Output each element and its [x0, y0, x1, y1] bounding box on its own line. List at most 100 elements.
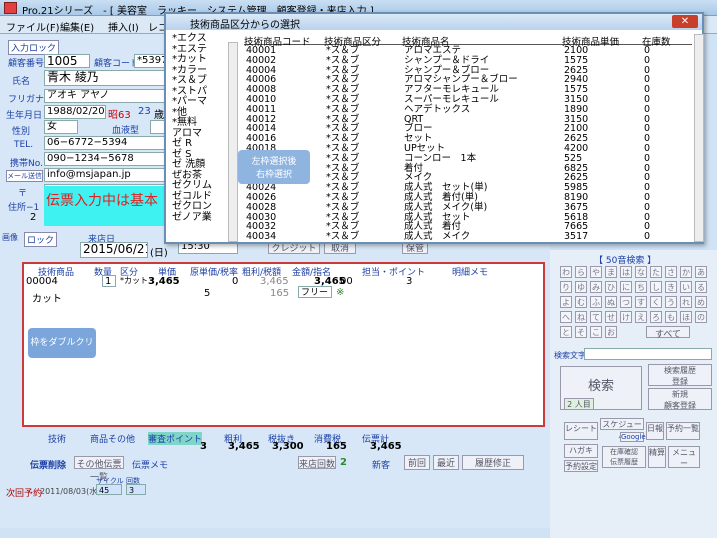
kana-key[interactable]: す [635, 296, 647, 308]
kana-key[interactable]: く [650, 296, 662, 308]
kana-key[interactable]: け [620, 311, 632, 323]
kana-key[interactable]: さ [665, 266, 677, 278]
kana-key[interactable]: お [605, 326, 617, 338]
history-edit-button[interactable]: 履歴修正 [462, 455, 524, 470]
kana-key[interactable]: そ [575, 326, 587, 338]
daily-report-button[interactable]: 日報 [646, 422, 664, 440]
kana-key[interactable]: た [650, 266, 662, 278]
kana-key[interactable]: も [665, 311, 677, 323]
kana-key[interactable]: ひ [605, 281, 617, 293]
postcard-button[interactable]: ハガキ [564, 444, 598, 458]
recent-button[interactable]: 最近 [433, 455, 459, 470]
kana-key[interactable]: つ [620, 296, 632, 308]
kana-key[interactable]: せ [605, 311, 617, 323]
row2-tax[interactable]: 5 [204, 288, 210, 299]
kana-key[interactable]: れ [680, 296, 692, 308]
kana-key[interactable]: の [695, 311, 707, 323]
kana-key[interactable]: し [650, 281, 662, 293]
kana-key[interactable]: ら [575, 266, 587, 278]
image-tab[interactable]: 画像 [2, 232, 18, 243]
slip-delete-button[interactable]: 伝票削除 [30, 458, 66, 471]
table-scrollbar[interactable] [694, 34, 704, 242]
booking-settings-button[interactable]: 予約設定 [564, 460, 598, 472]
kana-key[interactable]: へ [560, 311, 572, 323]
kana-key[interactable]: い [680, 281, 692, 293]
sex-select[interactable]: 女 [44, 120, 78, 134]
kana-key[interactable]: め [695, 296, 707, 308]
kana-key[interactable]: え [635, 311, 647, 323]
category-scrollbar[interactable] [228, 42, 238, 242]
furigana-field[interactable]: アオキ アヤノ [44, 89, 170, 103]
mail-send-button[interactable]: メール送信 [6, 170, 43, 182]
kana-key[interactable]: む [575, 296, 587, 308]
kana-key[interactable]: ふ [590, 296, 602, 308]
menu-file[interactable]: ファイル(F) [6, 19, 60, 34]
menu-insert[interactable]: 挿入(I) [108, 19, 139, 34]
schedule-button[interactable]: スケジュール [600, 418, 644, 440]
kana-key[interactable]: に [620, 281, 632, 293]
kana-key[interactable]: ゆ [575, 281, 587, 293]
close-icon[interactable]: ✕ [672, 15, 698, 28]
kana-key[interactable]: う [665, 296, 677, 308]
table-row[interactable]: 40011 *ス＆ブ ヘアデトックス 1890 0 [244, 104, 696, 115]
kana-key[interactable]: は [620, 266, 632, 278]
tel-field[interactable]: 06−6772−5394 [44, 136, 170, 150]
table-row[interactable]: 40020*ス＆ブ着付68250 [244, 163, 696, 174]
kana-key[interactable]: ろ [650, 311, 662, 323]
kana-key[interactable]: き [665, 281, 677, 293]
booking-list-button[interactable]: 予約一覧 [666, 422, 700, 440]
row1-price[interactable]: 3,465 [148, 276, 180, 287]
count-field[interactable]: 3 [126, 484, 146, 495]
kana-key[interactable]: ぬ [605, 296, 617, 308]
table-row[interactable]: 40012 *ス＆ブ QRT 3150 0 [244, 114, 696, 125]
kana-key[interactable]: ね [575, 311, 587, 323]
kana-key[interactable]: ほ [680, 311, 692, 323]
kana-key[interactable]: すべて [646, 326, 690, 340]
kana-key[interactable]: ち [635, 281, 647, 293]
receipt-button[interactable]: レシート [564, 422, 598, 440]
row1-staff[interactable]: 00 [340, 276, 353, 287]
birth-field[interactable]: 1988/02/20 [44, 105, 106, 119]
name-field[interactable]: 青木 綾乃 [44, 70, 170, 86]
google-button[interactable]: Google [620, 432, 646, 442]
row1-code[interactable]: 00004 [26, 276, 58, 287]
kana-key[interactable]: わ [560, 266, 572, 278]
kana-key[interactable]: て [590, 311, 602, 323]
table-row[interactable]: 40014 *ス＆ブ ブロー 2100 0 [244, 124, 696, 134]
row2-shimei[interactable]: フリー [298, 286, 332, 298]
input-lock-button[interactable]: 入力ロック [8, 40, 60, 55]
cycle-field[interactable]: 45 [96, 484, 122, 495]
kana-key[interactable]: な [635, 266, 647, 278]
kana-key[interactable]: こ [590, 326, 602, 338]
kana-key[interactable]: り [560, 281, 572, 293]
visit-date-field[interactable]: 2015/06/21 [80, 242, 148, 258]
table-row[interactable]: 40016 *ス＆ブ セット 2625 0 [244, 134, 696, 144]
kana-key[interactable]: よ [560, 296, 572, 308]
menu-edit[interactable]: 編集(E) [60, 19, 94, 34]
row1-qty[interactable]: 1 [102, 275, 116, 287]
kana-key[interactable]: あ [695, 266, 707, 278]
menu-button[interactable]: メニュー [668, 446, 700, 468]
table-row[interactable]: 40032 *ス＆ブ 成人式 着付 7665 0 [244, 222, 696, 232]
stock-check-button[interactable]: 在庫確認 伝票履歴 [602, 446, 646, 468]
search-text-field[interactable] [584, 348, 712, 360]
slip-list-button[interactable]: その他伝票一覧 [74, 456, 124, 483]
prev-button[interactable]: 前回 [404, 455, 430, 470]
visit-lock-button[interactable]: ロック [24, 232, 58, 247]
table-row[interactable]: 40019*ス＆ブコーンロー 1本5250 [244, 153, 696, 164]
kana-key[interactable]: か [680, 266, 692, 278]
mail-field[interactable]: info@msjapan.jp [44, 168, 170, 182]
customer-no-field[interactable]: 1005 [44, 54, 90, 68]
kana-key[interactable]: み [590, 281, 602, 293]
table-row[interactable]: 40034 *ス＆ブ 成人式 メイク 3517 0 [244, 232, 696, 242]
kana-key[interactable]: ま [605, 266, 617, 278]
search-history-button[interactable]: 検索履歴 登録 [648, 364, 712, 386]
kana-key[interactable]: や [590, 266, 602, 278]
checkout-button[interactable]: 精算 [648, 446, 666, 468]
table-row[interactable]: 40030 *ス＆ブ 成人式 セット 5618 0 [244, 212, 696, 223]
new-customer-button[interactable]: 新規 顧客登録 [648, 388, 712, 410]
kana-key[interactable]: る [695, 281, 707, 293]
kana-key[interactable]: と [560, 326, 572, 338]
table-row[interactable]: 40010 *ス＆ブ スーパーモレキュール 3150 0 [244, 95, 696, 105]
mobile-field[interactable]: 090−1234−5678 [44, 152, 170, 166]
